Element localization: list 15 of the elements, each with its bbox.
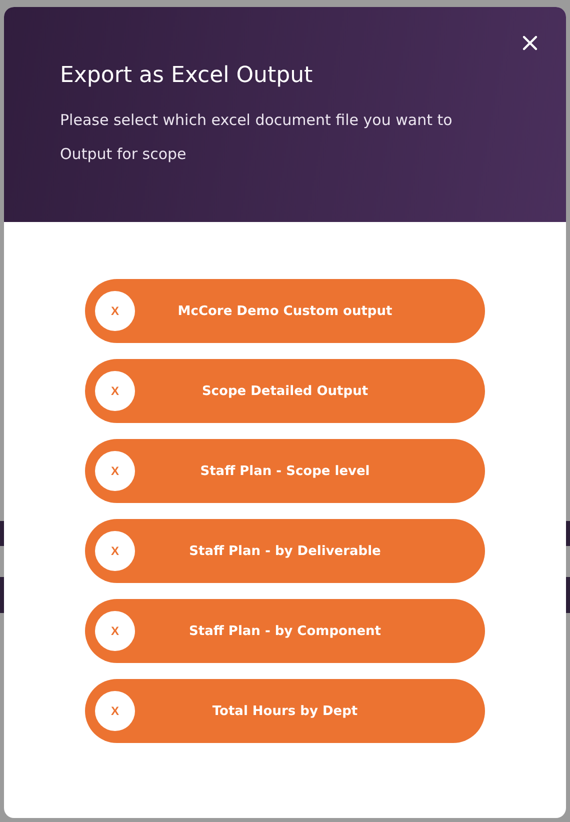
export-option-button[interactable]: X Staff Plan - Scope level (85, 439, 485, 503)
option-marker: X (95, 371, 135, 411)
option-marker: X (95, 611, 135, 651)
export-option-button[interactable]: X Staff Plan - by Component (85, 599, 485, 663)
close-icon (522, 35, 538, 51)
option-marker: X (95, 451, 135, 491)
option-marker: X (95, 691, 135, 731)
option-marker: X (95, 291, 135, 331)
option-marker: X (95, 531, 135, 571)
dialog-subtitle: Please select which excel document file you want to Output for scope (60, 110, 454, 165)
export-option-button[interactable]: X Total Hours by Dept (85, 679, 485, 743)
export-option-button[interactable]: X McCore Demo Custom output (85, 279, 485, 343)
export-option-button[interactable]: X Staff Plan - by Deliverable (85, 519, 485, 583)
dialog-title: Export as Excel Output (60, 62, 313, 90)
export-option-button[interactable]: X Scope Detailed Output (85, 359, 485, 423)
